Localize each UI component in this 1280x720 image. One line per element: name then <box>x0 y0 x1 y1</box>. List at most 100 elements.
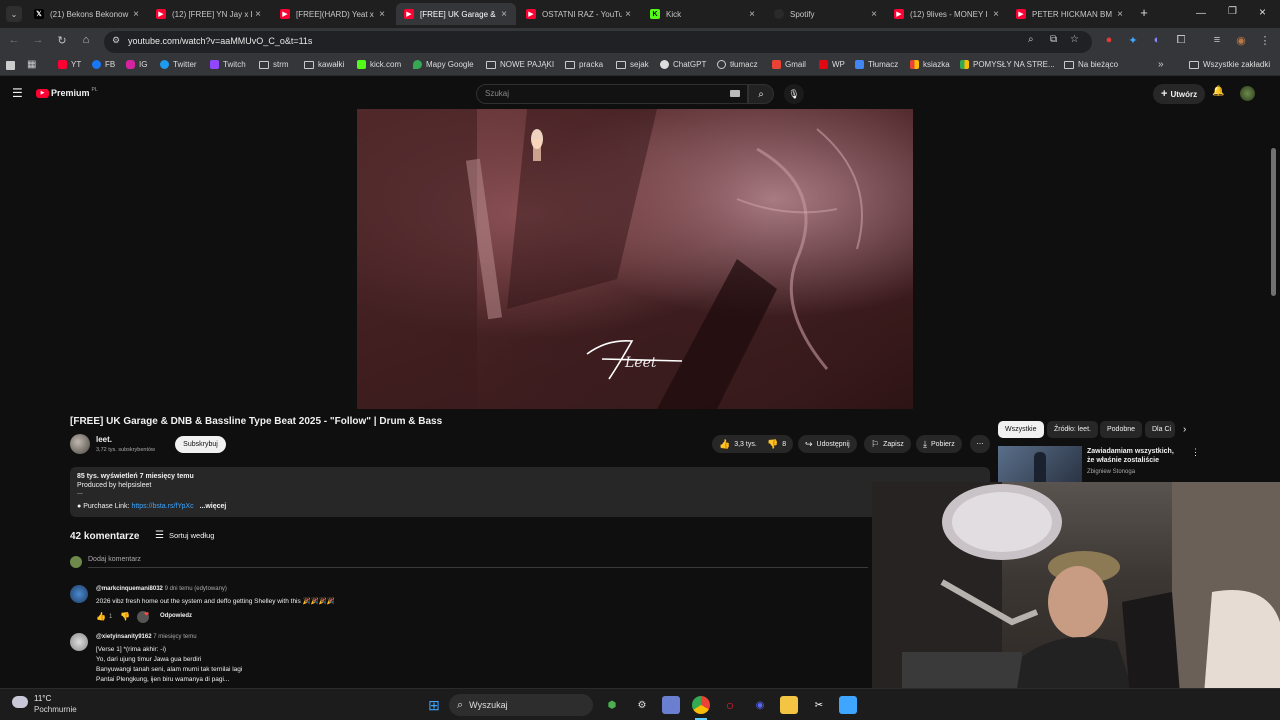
comment-dislike-button[interactable]: 👎 <box>120 612 130 621</box>
channel-name[interactable]: leet. <box>96 435 112 444</box>
close-tab-icon[interactable]: × <box>498 9 510 20</box>
bookmark-item[interactable]: tłumacz <box>717 60 758 69</box>
cast-icon[interactable]: ⧉ <box>1050 34 1057 45</box>
bookmark-item[interactable]: FB <box>92 60 115 69</box>
browser-menu-icon[interactable]: ⋮ <box>1257 34 1273 47</box>
browser-tab[interactable]: ▶ OSTATNI RAZ - YouTu × <box>518 3 640 25</box>
recommended-channel[interactable]: Zbigniew Stonoga <box>1087 469 1135 475</box>
bookmark-folder[interactable]: kawałki <box>304 60 344 69</box>
bookmark-item[interactable]: ChatGPT <box>660 60 706 69</box>
site-info-icon[interactable]: ⚙ <box>112 35 120 46</box>
taskbar-search-input[interactable]: ⌕ Wyszukaj <box>449 694 593 716</box>
tab-media-icon[interactable]: ≡ <box>1209 34 1225 46</box>
close-tab-icon[interactable]: × <box>746 9 758 20</box>
chips-next-icon[interactable]: › <box>1183 424 1186 435</box>
restore-window-icon[interactable]: ❐ <box>1228 6 1237 17</box>
bookmark-item[interactable]: Mapy Google <box>413 60 474 69</box>
browser-tab[interactable]: Spotify × <box>766 3 886 25</box>
bookmark-item[interactable]: Twitch <box>210 60 246 69</box>
bookmark-folder[interactable]: sejak <box>616 60 649 69</box>
voice-search-button[interactable]: 🎙 <box>784 84 804 104</box>
share-button[interactable]: ↪ Udostępnij <box>798 435 857 453</box>
close-tab-icon[interactable]: × <box>622 9 634 20</box>
close-window-icon[interactable]: × <box>1259 5 1266 19</box>
discord-app-icon[interactable]: ◉ <box>751 696 769 714</box>
close-tab-icon[interactable]: × <box>252 9 264 20</box>
bookmark-item[interactable]: Gmail <box>772 60 806 69</box>
home-icon[interactable]: ⌂ <box>78 34 94 46</box>
bookmark-folder[interactable]: strm <box>259 60 289 69</box>
bookmark-item[interactable]: Tłumacz <box>855 60 898 69</box>
address-bar[interactable]: ⚙ youtube.com/watch?v=aaMMUvO_C_o&t=11s … <box>104 31 1092 53</box>
save-button[interactable]: ⚐ Zapisz <box>864 435 911 453</box>
forward-icon[interactable]: → <box>30 34 46 46</box>
browser-tab[interactable]: ▶ [FREE](HARD) Yeat x L × <box>272 3 394 25</box>
download-button[interactable]: ⤓ Pobierz <box>916 435 962 453</box>
close-tab-icon[interactable]: × <box>130 9 142 20</box>
recommended-title[interactable]: Zawiadamiam wszystkich, że właśnie zosta… <box>1087 447 1183 465</box>
purchase-link[interactable]: https://bsta.rs/fYpXc <box>131 503 193 510</box>
more-actions-button[interactable]: ⋯ <box>970 435 990 453</box>
browser-tab[interactable]: ▶ (12) [FREE] YN Jay x L × <box>148 3 270 25</box>
weather-temp[interactable]: 11°C <box>34 694 51 703</box>
comment-avatar[interactable] <box>70 633 88 651</box>
capcut-app-icon[interactable]: ✂ <box>810 696 828 714</box>
bookmark-item[interactable]: WP <box>819 60 845 69</box>
bookmark-folder[interactable]: NOWE PAJĄKI <box>486 60 554 69</box>
show-more-link[interactable]: ...więcej <box>200 503 227 510</box>
video-description[interactable]: 85 tys. wyświetleń 7 miesięcy temu Produ… <box>70 467 990 517</box>
close-tab-icon[interactable]: × <box>376 9 388 20</box>
profile-avatar-icon[interactable]: ◉ <box>1233 34 1249 47</box>
youtube-logo[interactable]: ▶ Premium PL <box>36 87 98 98</box>
bookmark-item[interactable]: POMYSŁY NA STRE... <box>960 60 1055 69</box>
comment-author[interactable]: @xietyinsanity9162 7 miesięcy temu <box>96 634 197 640</box>
extension-icon[interactable]: ✦ <box>1125 34 1141 47</box>
close-tab-icon[interactable]: × <box>868 9 880 20</box>
browser-tab[interactable]: K Kick × <box>642 3 764 25</box>
settings-app-icon[interactable]: ⚙ <box>633 696 651 714</box>
bookmark-item[interactable]: Twitter <box>160 60 197 69</box>
chrome-app-icon[interactable] <box>692 696 710 714</box>
bookmark-item[interactable]: IG <box>126 60 147 69</box>
comment-avatar[interactable] <box>70 585 88 603</box>
zoom-icon[interactable]: ⌕ <box>1028 34 1034 45</box>
opera-app-icon[interactable]: ○ <box>721 696 739 714</box>
sidebar-toggle-icon[interactable] <box>6 61 15 70</box>
comment-like-button[interactable]: 👍 <box>96 612 106 621</box>
tab-search-button[interactable]: ⌄ <box>6 6 22 22</box>
notifications-bell-icon[interactable]: 🔔 <box>1212 86 1224 97</box>
sort-comments-button[interactable]: ☰ Sortuj według <box>155 530 214 541</box>
video-player[interactable]: Leet <box>357 109 913 409</box>
bookmark-item[interactable]: ksiazka <box>910 60 950 69</box>
minimize-window-icon[interactable]: — <box>1196 8 1206 19</box>
record-extension-icon[interactable]: ● <box>1101 34 1117 46</box>
close-tab-icon[interactable]: × <box>1114 9 1126 20</box>
subscribe-button[interactable]: Subskrybuj <box>175 436 226 453</box>
hamburger-menu-icon[interactable]: ☰ <box>12 86 23 100</box>
search-input[interactable]: Szukaj <box>476 84 748 104</box>
bookmark-folder[interactable]: Na bieżąco <box>1064 60 1118 69</box>
apps-grid-icon[interactable]: ▦ <box>27 59 36 70</box>
browser-tab[interactable]: ▶ (12) 9lives - MONEY I × <box>886 3 1008 25</box>
keyboard-icon[interactable] <box>730 90 740 97</box>
reload-icon[interactable]: ↻ <box>54 34 70 47</box>
create-button[interactable]: + Utwórz <box>1153 84 1206 104</box>
extensions-puzzle-icon[interactable]: ⧠ <box>1173 34 1189 47</box>
add-comment-input[interactable]: Dodaj komentarz <box>88 556 141 563</box>
like-button[interactable]: 👍 3,3 tys. <box>712 435 764 453</box>
chevron-right-icon[interactable]: » <box>1158 59 1164 70</box>
bookmark-star-icon[interactable]: ☆ <box>1070 34 1079 45</box>
photos-app-icon[interactable] <box>662 696 680 714</box>
browser-tab[interactable]: ▶ PETER HICKMAN BM × <box>1008 3 1132 25</box>
close-tab-icon[interactable]: × <box>990 9 1002 20</box>
file-explorer-icon[interactable] <box>780 696 798 714</box>
bookmark-folder[interactable]: pracka <box>565 60 603 69</box>
back-icon[interactable]: ← <box>6 34 22 46</box>
notepad-app-icon[interactable] <box>839 696 857 714</box>
search-button[interactable]: ⌕ <box>748 84 774 104</box>
bookmark-item[interactable]: YT <box>58 60 81 69</box>
channel-avatar[interactable] <box>70 434 90 454</box>
new-tab-button[interactable]: + <box>1136 5 1152 21</box>
page-scrollbar[interactable] <box>1271 148 1276 296</box>
bookmark-item[interactable]: kick.com <box>357 60 401 69</box>
